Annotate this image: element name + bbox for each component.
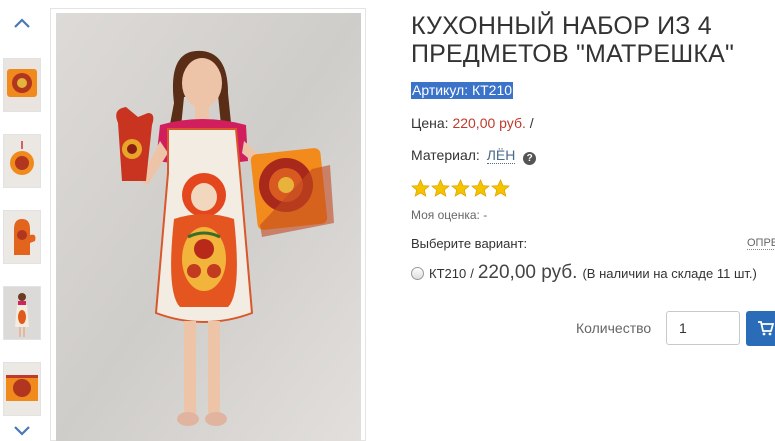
star-icon[interactable] <box>451 179 470 198</box>
variant-sku: КТ210 <box>429 265 467 281</box>
chevron-down-icon[interactable] <box>12 424 32 438</box>
add-to-cart-button[interactable] <box>746 311 775 346</box>
thumbnail-towel[interactable] <box>3 362 41 416</box>
variant-label: Выберите вариант: <box>411 236 528 251</box>
chevron-up-icon[interactable] <box>12 16 32 30</box>
question-icon[interactable]: ? <box>523 152 537 165</box>
thumbnail-strip <box>0 0 44 441</box>
thumbnail-model[interactable] <box>3 286 41 340</box>
cart-icon <box>758 321 774 336</box>
my-rating: Моя оценка: - <box>411 208 488 222</box>
variant-stock: (В наличии на складе 11 шт.) <box>582 265 757 281</box>
thumbnail-round-potholder[interactable] <box>3 134 41 188</box>
variant-radio[interactable] <box>411 266 424 280</box>
material-value-link[interactable]: ЛЁН <box>486 147 516 164</box>
price-row: Цена: 220,00 руб. / <box>411 115 534 132</box>
price-suffix: / <box>529 115 534 131</box>
variant-help-link[interactable]: ОПРЕ <box>747 237 775 250</box>
price-value: 220,00 руб. <box>452 115 526 131</box>
sku-line: Артикул: КТ210 <box>411 82 514 99</box>
thumbnail-potholder[interactable] <box>3 58 41 112</box>
main-product-photo[interactable] <box>50 8 366 441</box>
star-icon[interactable] <box>431 179 450 198</box>
quantity-input[interactable] <box>666 311 740 345</box>
product-title: КУХОННЫЙ НАБОР ИЗ 4 ПРЕДМЕТОВ "МАТРЕШКА" <box>411 12 735 68</box>
star-icon[interactable] <box>471 179 490 198</box>
material-label: Материал: <box>411 147 480 163</box>
quantity-label: Количество <box>576 320 652 336</box>
product-page: КУХОННЫЙ НАБОР ИЗ 4 ПРЕДМЕТОВ "МАТРЕШКА"… <box>0 0 775 441</box>
rating-stars[interactable] <box>411 179 510 199</box>
variant-price: 220,00 руб. <box>477 262 578 283</box>
product-photo-image <box>56 13 361 441</box>
star-icon[interactable] <box>411 179 430 198</box>
star-icon[interactable] <box>491 179 510 198</box>
variant-separator: / <box>470 265 474 281</box>
price-label: Цена: <box>411 115 449 131</box>
thumbnail-oven-mitt[interactable] <box>3 210 41 264</box>
variant-option[interactable]: КТ210 / 220,00 руб. (В наличии на складе… <box>411 262 757 284</box>
material-row: Материал: ЛЁН ? <box>411 147 537 165</box>
